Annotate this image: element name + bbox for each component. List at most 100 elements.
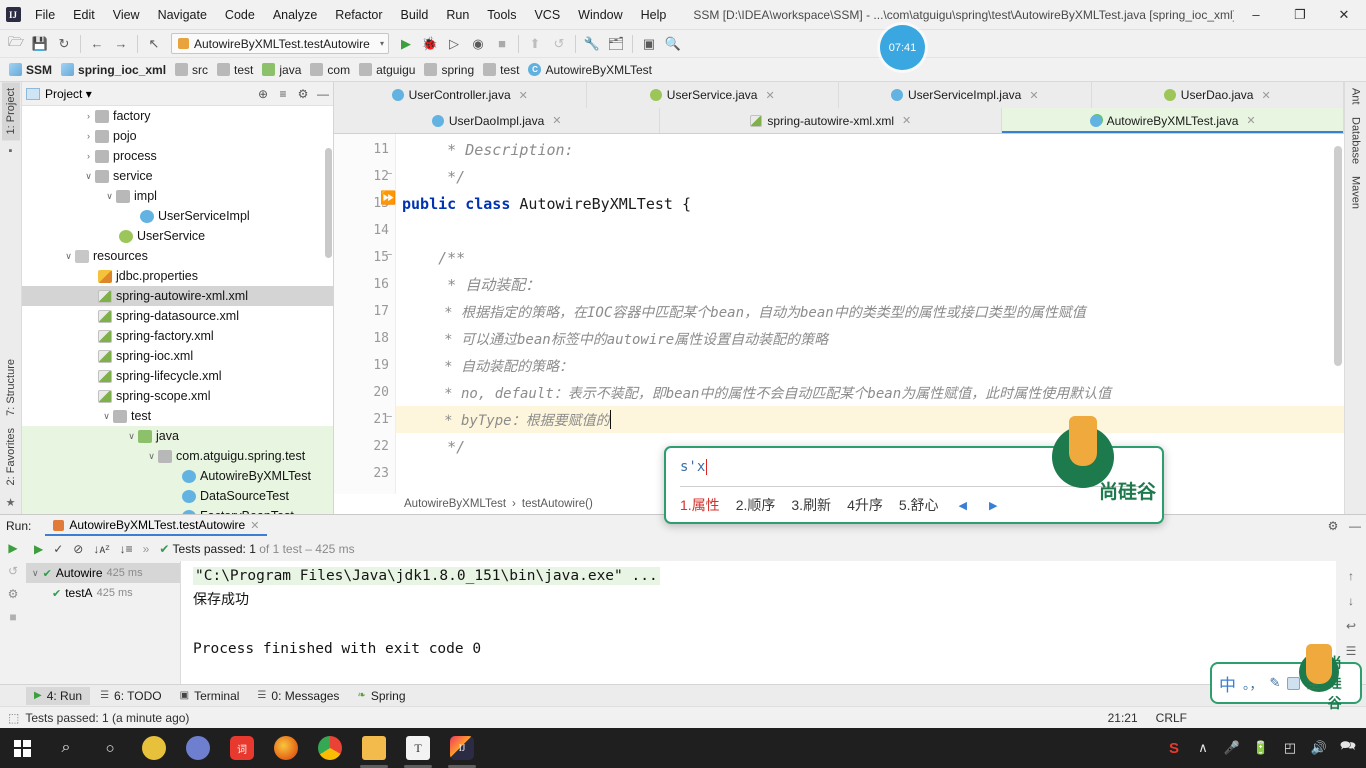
- menu-navigate[interactable]: Navigate: [149, 4, 216, 26]
- soft-wrap-icon[interactable]: ↩: [1346, 619, 1356, 633]
- stop-icon[interactable]: ■: [9, 610, 16, 624]
- ime-page-prev-icon[interactable]: ◀: [959, 499, 969, 512]
- menu-edit[interactable]: Edit: [64, 4, 104, 26]
- fold-icon[interactable]: −: [386, 411, 392, 423]
- microphone-icon[interactable]: 🎤: [1218, 728, 1246, 768]
- close-button[interactable]: ✕: [1322, 0, 1366, 30]
- tree-item-spring-lifecycle-xml[interactable]: spring-lifecycle.xml: [22, 366, 333, 386]
- tree-item-spring-datasource-xml[interactable]: spring-datasource.xml: [22, 306, 333, 326]
- tab-autowirebyxmltest-java[interactable]: AutowireByXMLTest.java ✕: [1002, 108, 1345, 133]
- taskbar-firefox[interactable]: [264, 728, 308, 768]
- breadcrumb-ssm[interactable]: SSM: [6, 62, 58, 78]
- tab-run[interactable]: ▶ 4: Run: [26, 686, 91, 705]
- wifi-icon[interactable]: ◰: [1276, 728, 1304, 768]
- ime-candidate-4[interactable]: 4升序: [847, 495, 883, 515]
- chevron-down-icon[interactable]: ∨: [125, 431, 138, 442]
- menu-help[interactable]: Help: [632, 4, 676, 26]
- taskbar-chrome[interactable]: [308, 728, 352, 768]
- breadcrumb-spring[interactable]: spring: [421, 62, 480, 78]
- breadcrumb-atguigu[interactable]: atguigu: [356, 62, 421, 78]
- menu-vcs[interactable]: VCS: [525, 4, 569, 26]
- tab-terminal[interactable]: ▣ Terminal: [172, 687, 248, 705]
- ime-candidate-5[interactable]: 5.舒心: [899, 495, 939, 515]
- breadcrumb-test[interactable]: test: [214, 62, 259, 78]
- tree-item-service[interactable]: ∨ service: [22, 166, 333, 186]
- collapse-all-icon[interactable]: ≡: [273, 87, 293, 101]
- profile-button[interactable]: ◉: [466, 32, 490, 56]
- breadcrumb-test-2[interactable]: test: [480, 62, 525, 78]
- run-tab-autowirebyxmltest[interactable]: AutowireByXMLTest.testAutowire ✕: [45, 516, 268, 536]
- minimize-button[interactable]: –: [1234, 0, 1278, 30]
- locate-file-icon[interactable]: ⊕: [253, 87, 273, 101]
- tree-item-pojo[interactable]: › pojo: [22, 126, 333, 146]
- hide-panel-icon[interactable]: —: [313, 87, 333, 101]
- ime-candidate-3[interactable]: 3.刷新: [791, 495, 831, 515]
- breadcrumb-com[interactable]: com: [307, 62, 356, 78]
- run-with-coverage-button[interactable]: ▷: [442, 32, 466, 56]
- tree-item-process[interactable]: › process: [22, 146, 333, 166]
- breadcrumb-class[interactable]: AutowireByXMLTest: [404, 498, 506, 510]
- sidebar-item-project[interactable]: 1: Project: [1, 82, 20, 141]
- chevron-right-icon[interactable]: ›: [82, 151, 95, 161]
- pen-icon[interactable]: ✎: [1270, 675, 1281, 691]
- ime-candidate-2[interactable]: 2.顺序: [736, 495, 776, 515]
- tree-item-java-folder[interactable]: ∨ java: [22, 426, 333, 446]
- line-separator[interactable]: CRLF: [1147, 711, 1196, 725]
- taskbar-file-explorer[interactable]: [352, 728, 396, 768]
- breadcrumb-method[interactable]: testAutowire(): [522, 498, 593, 510]
- tree-item-factorybeantest[interactable]: FactoryBeanTest: [22, 506, 333, 514]
- tree-item-jdbc-properties[interactable]: jdbc.properties: [22, 266, 333, 286]
- chevron-down-icon[interactable]: ∨: [100, 411, 113, 422]
- tree-item-autowirebyxmltest[interactable]: AutowireByXMLTest: [22, 466, 333, 486]
- menu-run[interactable]: Run: [437, 4, 478, 26]
- search-everywhere-icon[interactable]: 🔍: [661, 32, 685, 56]
- sort-by-duration-icon[interactable]: ↓≡: [120, 542, 133, 556]
- rerun-tests-icon[interactable]: ↺: [547, 32, 571, 56]
- console-output[interactable]: "C:\Program Files\Java\jdk1.8.0_151\bin\…: [181, 561, 1336, 684]
- tree-item-spring-factory-xml[interactable]: spring-factory.xml: [22, 326, 333, 346]
- battery-icon[interactable]: 🔋: [1247, 728, 1275, 768]
- close-icon[interactable]: ✕: [519, 89, 528, 102]
- chevron-down-icon[interactable]: ∨: [103, 191, 116, 202]
- update-application-icon[interactable]: ⬆: [523, 32, 547, 56]
- tab-userdao-java[interactable]: UserDao.java ✕: [1091, 82, 1344, 108]
- ime-punctuation-icon[interactable]: 。，: [1243, 674, 1263, 693]
- editor-gutter[interactable]: 11 12 13 14 15 16 17 18 19 20 21 22 23 2…: [334, 134, 396, 494]
- chevron-down-icon[interactable]: ∨: [145, 451, 158, 462]
- breadcrumb-spring-ioc-xml[interactable]: spring_ioc_xml: [58, 62, 172, 78]
- taskbar-cortana-icon[interactable]: ○: [88, 728, 132, 768]
- maximize-button[interactable]: ❐: [1278, 0, 1322, 30]
- scroll-down-icon[interactable]: ↓: [1348, 594, 1354, 608]
- breadcrumb-src[interactable]: src: [172, 62, 214, 78]
- code-editor[interactable]: 11 12 13 14 15 16 17 18 19 20 21 22 23 2…: [334, 134, 1344, 494]
- tree-item-spring-ioc-xml[interactable]: spring-ioc.xml: [22, 346, 333, 366]
- menu-refactor[interactable]: Refactor: [326, 4, 391, 26]
- chevron-up-icon[interactable]: ∧: [1189, 728, 1217, 768]
- menu-file[interactable]: File: [26, 4, 64, 26]
- tree-item-datasourcetest[interactable]: DataSourceTest: [22, 486, 333, 506]
- close-icon[interactable]: ✕: [902, 114, 911, 127]
- rerun-icon[interactable]: ▶: [8, 541, 17, 555]
- tab-userserviceimpl-java[interactable]: UserServiceImpl.java ✕: [839, 82, 1092, 108]
- close-icon[interactable]: ✕: [1261, 89, 1270, 102]
- gear-icon[interactable]: ⚙: [293, 87, 313, 101]
- menu-tools[interactable]: Tools: [478, 4, 525, 26]
- sidebar-item-structure[interactable]: 7: Structure: [2, 353, 20, 422]
- navigate-back-icon[interactable]: ←: [85, 32, 109, 56]
- gear-icon[interactable]: ⚙: [8, 587, 19, 601]
- ime-candidate-1[interactable]: 1.属性: [680, 495, 720, 515]
- menu-code[interactable]: Code: [216, 4, 264, 26]
- ignore-tests-icon[interactable]: ⊘: [73, 542, 83, 556]
- editor-scrollbar[interactable]: [1334, 146, 1342, 366]
- tree-item-factory[interactable]: › factory: [22, 106, 333, 126]
- tree-item-userserviceimpl[interactable]: UserServiceImpl: [22, 206, 333, 226]
- chevron-down-icon[interactable]: ∨: [62, 251, 75, 262]
- start-button[interactable]: [0, 728, 44, 768]
- tree-item-test-folder[interactable]: ∨ test: [22, 406, 333, 426]
- last-edit-location-icon[interactable]: ↖: [142, 32, 166, 56]
- ime-page-next-icon[interactable]: ▶: [989, 499, 999, 512]
- menu-analyze[interactable]: Analyze: [264, 4, 326, 26]
- tab-userdaoimpl-java[interactable]: UserDaoImpl.java ✕: [334, 108, 661, 133]
- close-icon[interactable]: ✕: [1246, 114, 1255, 127]
- tab-todo[interactable]: ☰ 6: TODO: [92, 687, 170, 705]
